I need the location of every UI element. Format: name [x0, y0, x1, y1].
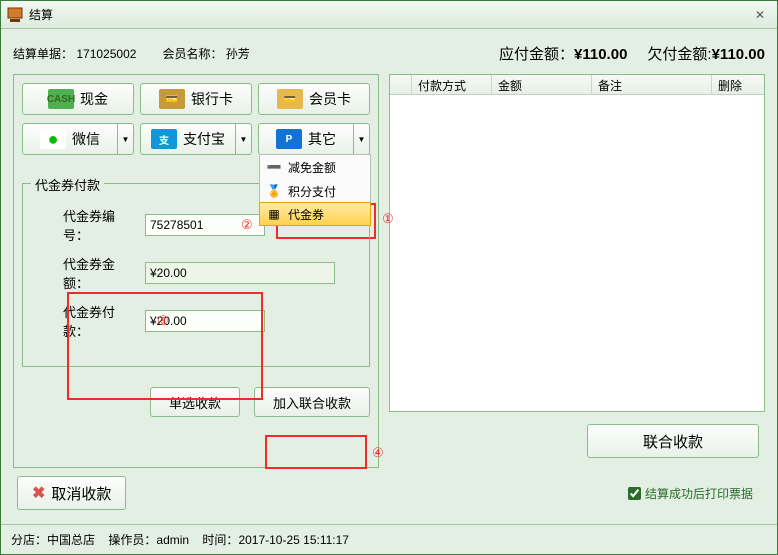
tag-2: ② — [241, 217, 253, 233]
voucher-amount-field — [145, 262, 335, 284]
operator-value: admin — [156, 533, 189, 547]
window-title: 结算 — [29, 6, 53, 23]
print-checkbox-input[interactable] — [628, 487, 641, 500]
medal-icon: 🏅 — [266, 183, 282, 199]
payment-panel: CASH现金 💳银行卡 💳会员卡 ●微信 ▼ 支支付宝 ▼ P其它 ▼ ➖减免金 — [13, 74, 379, 468]
payments-list-panel: 付款方式 金额 备注 删除 联合收款 — [389, 74, 765, 468]
voucher-pay-label: 代金券付款： — [63, 302, 139, 340]
reduce-icon: ➖ — [266, 159, 282, 175]
menu-reduce[interactable]: ➖减免金额 — [260, 155, 370, 179]
voucher-code-label: 代金券编号： — [63, 206, 139, 244]
status-bar: 分店：中国总店 操作员：admin 时间：2017-10-25 15:11:17 — [1, 524, 777, 554]
alipay-icon: 支 — [151, 129, 177, 149]
col-amount: 金额 — [492, 75, 592, 94]
other-icon: P — [276, 129, 302, 149]
owed-label: 欠付金额: — [647, 46, 711, 63]
bill-no-label: 结算单据： — [13, 47, 73, 61]
branch-label: 分店： — [11, 533, 47, 547]
single-collect-button[interactable]: 单选收款 — [150, 387, 240, 417]
voucher-icon: ▦ — [266, 206, 282, 222]
member-card-icon: 💳 — [277, 89, 303, 109]
highlight-3 — [265, 435, 367, 469]
card-icon: 💳 — [159, 89, 185, 109]
voucher-amount-label: 代金券金额： — [63, 254, 139, 292]
header-info: 结算单据： 171025002 会员名称： 孙芳 应付金额：¥110.00 欠付… — [13, 43, 765, 64]
payable-value: ¥110.00 — [574, 46, 627, 63]
wechat-button[interactable]: ●微信 — [22, 123, 118, 155]
other-button[interactable]: P其它 — [258, 123, 354, 155]
title-bar: 结算 ✕ — [1, 1, 777, 29]
col-delete: 删除 — [712, 75, 764, 94]
wechat-dropdown-toggle[interactable]: ▼ — [118, 123, 134, 155]
cancel-collect-button[interactable]: ✖ 取消收款 — [17, 476, 126, 510]
operator-label: 操作员： — [108, 533, 156, 547]
cash-icon: CASH — [48, 89, 74, 109]
branch-value: 中国总店 — [47, 533, 95, 547]
grid-header: 付款方式 金额 备注 删除 — [390, 75, 764, 95]
menu-voucher[interactable]: ▦代金券 — [259, 202, 371, 226]
other-dropdown-menu: ➖减免金额 🏅积分支付 ▦代金券 — [259, 154, 371, 226]
member-label: 会员名称： — [162, 47, 222, 61]
tag-3: ③ — [157, 313, 169, 329]
bank-button[interactable]: 💳银行卡 — [140, 83, 252, 115]
combine-collect-button[interactable]: 联合收款 — [587, 424, 759, 458]
alipay-dropdown-toggle[interactable]: ▼ — [236, 123, 252, 155]
other-dropdown-toggle[interactable]: ▼ — [354, 123, 370, 155]
time-value: 2017-10-25 15:11:17 — [238, 533, 349, 547]
col-remark: 备注 — [592, 75, 712, 94]
cash-button[interactable]: CASH现金 — [22, 83, 134, 115]
bill-no-value: 171025002 — [76, 47, 136, 61]
close-button[interactable]: ✕ — [749, 5, 771, 25]
alipay-button[interactable]: 支支付宝 — [140, 123, 236, 155]
payable-label: 应付金额： — [499, 46, 574, 63]
grid-body[interactable] — [390, 95, 764, 411]
menu-points[interactable]: 🏅积分支付 — [260, 179, 370, 203]
app-icon — [7, 7, 23, 23]
wechat-icon: ● — [40, 129, 66, 149]
print-after-checkbox[interactable]: 结算成功后打印票据 — [628, 485, 753, 502]
owed-value: ¥110.00 — [712, 46, 765, 63]
member-button[interactable]: 💳会员卡 — [258, 83, 370, 115]
col-method: 付款方式 — [412, 75, 492, 94]
tag-4: ④ — [372, 445, 384, 461]
member-value: 孙芳 — [226, 47, 250, 61]
tag-1: ① — [382, 211, 394, 227]
time-label: 时间： — [202, 533, 238, 547]
voucher-title: 代金券付款 — [31, 175, 104, 194]
cancel-icon: ✖ — [32, 483, 45, 503]
payments-grid: 付款方式 金额 备注 删除 — [389, 74, 765, 412]
join-collect-button[interactable]: 加入联合收款 — [254, 387, 370, 417]
